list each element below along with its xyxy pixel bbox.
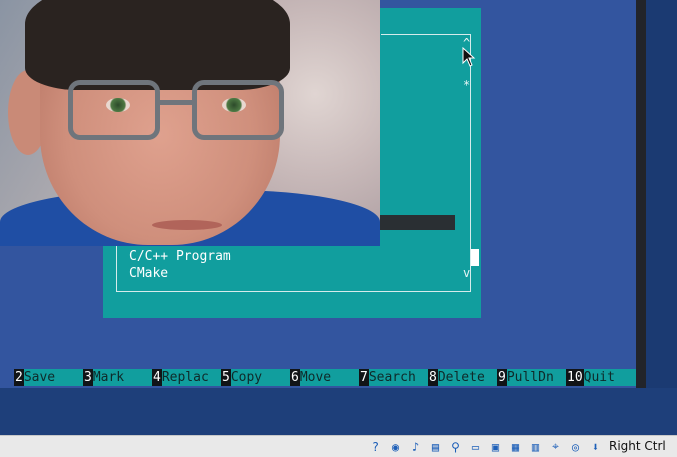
audio-icon[interactable]: ♪: [407, 438, 424, 455]
vm-window-edge: [636, 0, 646, 388]
fkey-copy[interactable]: 5 Copy: [221, 369, 290, 386]
mouse-integration-icon[interactable]: ⌖: [547, 438, 564, 455]
fkey-label: Mark: [92, 369, 125, 386]
scrollbar-thumb[interactable]: [471, 249, 479, 266]
list-item-cpp-program[interactable]: C/C++ Program: [129, 249, 231, 265]
fkey-number: 8: [428, 369, 438, 386]
fkey-number: 4: [152, 369, 162, 386]
arrow-down-icon[interactable]: ⬇: [587, 438, 604, 455]
fkey-label: Delete: [437, 369, 485, 386]
vm-status-bar: ? ◉ ♪ ▤ ⚲ ▭ ▣ ▦ ▥ ⌖ ◎ ⬇ Right Ctrl: [0, 435, 677, 457]
fkey-delete[interactable]: 8 Delete: [428, 369, 497, 386]
fkey-replace[interactable]: 4 Replac: [152, 369, 221, 386]
fkey-label: Quit: [583, 369, 615, 386]
fkey-pulldown[interactable]: 9 PullDn: [497, 369, 566, 386]
fkey-save[interactable]: 2 Save: [14, 369, 83, 386]
fkey-label: Copy: [230, 369, 263, 386]
mouse-cursor-icon: [462, 47, 476, 67]
help-icon[interactable]: ?: [367, 438, 384, 455]
display-icon[interactable]: ▣: [487, 438, 504, 455]
fkey-label: Replac: [161, 369, 209, 386]
fkey-number: 5: [221, 369, 231, 386]
function-key-bar: 2 Save 3 Mark 4 Replac 5 Copy 6 Move 7 Search …: [14, 369, 636, 386]
screen-icon[interactable]: ▦: [507, 438, 524, 455]
mouth: [152, 220, 222, 230]
webcam-overlay: [0, 0, 380, 246]
fkey-quit[interactable]: 10 Quit: [566, 369, 636, 386]
vm-status-icons: ? ◉ ♪ ▤ ⚲ ▭ ▣ ▦ ▥ ⌖ ◎ ⬇: [367, 438, 604, 455]
glasses-left-lens: [68, 80, 160, 140]
hair: [25, 0, 290, 90]
fkey-search[interactable]: 7 Search: [359, 369, 428, 386]
shared-folder-icon[interactable]: ▭: [467, 438, 484, 455]
host-desktop-strip: [646, 0, 677, 388]
optical-disk-icon[interactable]: ◉: [387, 438, 404, 455]
network-icon[interactable]: ▤: [427, 438, 444, 455]
fkey-number: 2: [14, 369, 24, 386]
fkey-number: 10: [566, 369, 584, 386]
scroll-position-marker: *: [463, 78, 471, 92]
glasses-bridge: [158, 100, 194, 105]
fkey-label: Save: [23, 369, 56, 386]
usb-icon[interactable]: ⚲: [447, 438, 464, 455]
cpu-icon[interactable]: ◎: [567, 438, 584, 455]
fkey-number: 7: [359, 369, 369, 386]
fkey-move[interactable]: 6 Move: [290, 369, 359, 386]
fkey-number: 3: [83, 369, 93, 386]
fkey-mark[interactable]: 3 Mark: [83, 369, 152, 386]
fkey-label: Search: [368, 369, 416, 386]
fkey-number: 9: [497, 369, 507, 386]
fkey-label: Move: [299, 369, 332, 386]
list-item-cmake[interactable]: CMake: [129, 266, 168, 282]
video-capture-icon[interactable]: ▥: [527, 438, 544, 455]
scroll-down-indicator[interactable]: v: [463, 266, 470, 280]
host-key-label: Right Ctrl: [609, 439, 666, 453]
fkey-number: 6: [290, 369, 300, 386]
glasses-right-lens: [192, 80, 284, 140]
fkey-label: PullDn: [506, 369, 554, 386]
